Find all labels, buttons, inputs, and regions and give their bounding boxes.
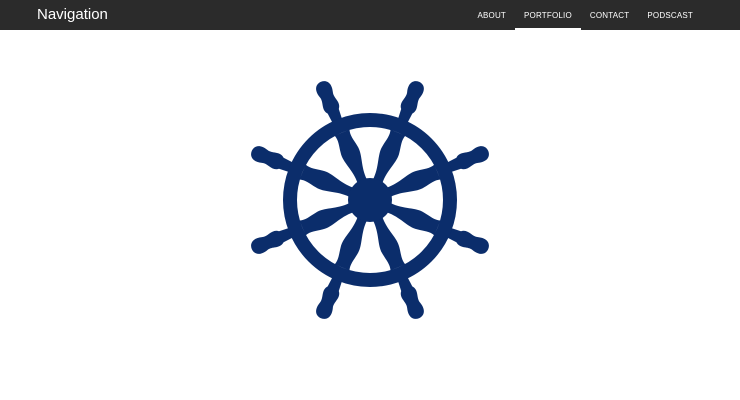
wheel-spoke — [373, 129, 406, 184]
ship-wheel-icon — [251, 81, 489, 319]
top-navbar: Navigation ABOUT PORTFOLIO CONTACT PODSC… — [0, 0, 740, 30]
nav-link-contact[interactable]: CONTACT — [581, 0, 638, 30]
nav-link-podscast[interactable]: PODSCAST — [638, 0, 702, 30]
wheel-spoke — [334, 129, 367, 184]
nav-link-portfolio[interactable]: PORTFOLIO — [515, 0, 581, 30]
nav-menu: ABOUT PORTFOLIO CONTACT PODSCAST — [468, 0, 702, 30]
wheel-hub — [348, 178, 392, 222]
wheel-spoke — [299, 164, 354, 197]
brand-link[interactable]: Navigation — [37, 5, 108, 24]
wheel-spoke — [299, 203, 354, 236]
wheel-spoke — [386, 164, 441, 197]
wheel-spoke — [386, 203, 441, 236]
nav-link-about[interactable]: ABOUT — [468, 0, 515, 30]
wheel-spoke — [373, 216, 406, 271]
hero-section — [0, 30, 740, 400]
wheel-spoke — [334, 216, 367, 271]
